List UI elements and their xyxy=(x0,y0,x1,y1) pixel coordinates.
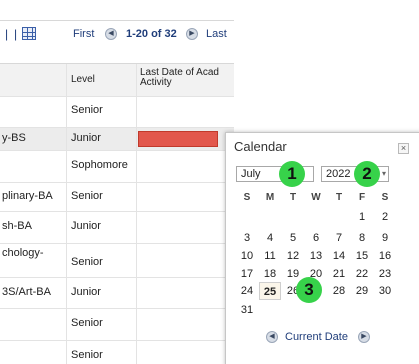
level-cell: Senior xyxy=(66,96,136,127)
weekday-label: S xyxy=(243,192,251,203)
level-cell: Junior xyxy=(66,128,136,150)
level-cell: Senior xyxy=(66,309,136,340)
pager-separator-2: | xyxy=(14,27,18,41)
last-date-cell[interactable] xyxy=(136,278,235,308)
program-cell: plinary-BA xyxy=(2,190,53,202)
screenshot-stage: | | First ◀ 1-20 of 32 ▶ Last Level Last… xyxy=(0,0,419,364)
year-value: 2022 xyxy=(326,168,351,180)
calendar-day[interactable]: 8 xyxy=(351,229,373,247)
table-row: Senior xyxy=(0,96,234,128)
last-date-cell[interactable] xyxy=(136,244,235,277)
calendar-footer: ◀ Current Date ▶ xyxy=(226,329,419,349)
table-row: chology- Senior xyxy=(0,244,234,278)
calendar-day[interactable]: 11 xyxy=(259,247,281,265)
table-row: plinary-BA Senior xyxy=(0,183,234,212)
results-grid: | | First ◀ 1-20 of 32 ▶ Last Level Last… xyxy=(0,20,234,364)
weekday-label: T xyxy=(335,192,343,203)
calendar-day-today[interactable]: 25 xyxy=(259,282,281,300)
calendar-day[interactable]: 3 xyxy=(236,229,258,247)
calendar-day[interactable]: 16 xyxy=(374,247,396,265)
last-date-cell[interactable] xyxy=(136,212,235,243)
calendar-day[interactable]: 4 xyxy=(259,229,281,247)
weekday-label: T xyxy=(289,192,297,203)
grid-pager: | | First ◀ 1-20 of 32 ▶ Last xyxy=(0,21,234,47)
level-cell: Junior xyxy=(66,278,136,308)
grid-view-icon[interactable] xyxy=(22,27,36,40)
grid-header-row: Level Last Date of Acad Activity xyxy=(0,63,234,97)
step-marker-1: 1 xyxy=(279,161,305,187)
calendar-day[interactable]: 31 xyxy=(236,301,258,319)
calendar-day[interactable]: 9 xyxy=(374,229,396,247)
prev-month-icon[interactable]: ◀ xyxy=(266,331,278,343)
calendar-day[interactable]: 10 xyxy=(236,247,258,265)
table-row: sh-BA Junior xyxy=(0,212,234,244)
table-row: Senior xyxy=(0,309,234,341)
last-date-cell[interactable] xyxy=(136,183,235,211)
calendar-day[interactable]: 6 xyxy=(305,229,327,247)
pager-next-icon[interactable]: ▶ xyxy=(186,28,198,40)
last-date-input-error[interactable] xyxy=(138,131,218,147)
step-marker-3: 3 xyxy=(296,277,322,303)
header-last-date[interactable]: Last Date of Acad Activity xyxy=(136,64,234,96)
weekday-label: W xyxy=(311,192,321,203)
next-month-icon[interactable]: ▶ xyxy=(358,331,370,343)
close-icon[interactable]: × xyxy=(398,143,409,154)
weekday-label: F xyxy=(358,192,366,203)
calendar-day[interactable]: 7 xyxy=(328,229,350,247)
current-date-link[interactable]: Current Date xyxy=(285,331,348,343)
calendar-day[interactable]: 30 xyxy=(374,282,396,300)
calendar-day[interactable]: 2 xyxy=(374,208,396,226)
calendar-day[interactable]: 14 xyxy=(328,247,350,265)
program-cell: sh-BA xyxy=(2,220,32,232)
weekday-label: S xyxy=(381,192,389,203)
last-date-cell[interactable] xyxy=(136,309,235,340)
calendar-day[interactable]: 29 xyxy=(351,282,373,300)
weekday-label: M xyxy=(265,192,275,203)
program-cell: y-BS xyxy=(2,132,26,144)
calendar-day[interactable]: 5 xyxy=(282,229,304,247)
table-row: Sophomore xyxy=(0,151,234,183)
calendar-popup: Calendar × July 2022 ▾ S M T W T F S 123… xyxy=(225,132,419,364)
header-level[interactable]: Level xyxy=(66,64,136,96)
calendar-day[interactable]: 18 xyxy=(259,265,281,283)
level-cell: Senior xyxy=(66,183,136,211)
pager-last-link[interactable]: Last xyxy=(206,28,227,40)
calendar-day[interactable]: 13 xyxy=(305,247,327,265)
calendar-day[interactable]: 15 xyxy=(351,247,373,265)
calendar-day[interactable]: 22 xyxy=(351,265,373,283)
pager-range-label: 1-20 of 32 xyxy=(126,28,177,40)
calendar-day[interactable]: 21 xyxy=(328,265,350,283)
table-row: Senior xyxy=(0,341,234,364)
level-cell: Senior xyxy=(66,244,136,277)
level-cell: Sophomore xyxy=(66,151,136,182)
last-date-cell[interactable] xyxy=(136,341,235,364)
level-cell: Junior xyxy=(66,212,136,243)
calendar-day[interactable]: 24 xyxy=(236,282,258,300)
chevron-down-icon: ▾ xyxy=(381,169,386,178)
table-row: y-BS Junior xyxy=(0,128,234,151)
table-row: 3S/Art-BA Junior xyxy=(0,278,234,309)
calendar-day[interactable]: 28 xyxy=(328,282,350,300)
calendar-day[interactable]: 23 xyxy=(374,265,396,283)
pager-separator: | xyxy=(5,27,9,41)
pager-first-link[interactable]: First xyxy=(73,28,94,40)
last-date-cell[interactable] xyxy=(136,96,235,127)
level-cell: Senior xyxy=(66,341,136,364)
calendar-day[interactable]: 1 xyxy=(351,208,373,226)
calendar-title: Calendar xyxy=(234,139,287,154)
step-marker-2: 2 xyxy=(354,161,380,187)
last-date-cell[interactable] xyxy=(136,151,235,182)
program-cell: 3S/Art-BA xyxy=(2,286,51,298)
calendar-day[interactable]: 17 xyxy=(236,265,258,283)
calendar-day[interactable]: 12 xyxy=(282,247,304,265)
pager-prev-icon[interactable]: ◀ xyxy=(105,28,117,40)
program-cell: chology- xyxy=(2,247,44,259)
